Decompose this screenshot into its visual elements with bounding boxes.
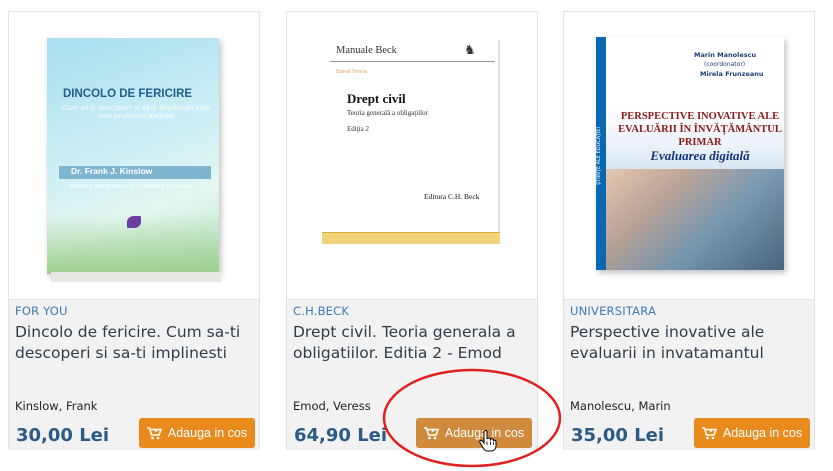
cover-tagline: Autorul programului Sistemul Kinslow <box>69 182 192 190</box>
hand-pointer-icon <box>479 430 497 452</box>
product-card[interactable]: DINCOLO DE FERICIRE Cum să-ţi descoperi … <box>8 11 260 450</box>
book-cover: Manuale Beck ♞ Emod Veress Drept civil T… <box>322 40 500 244</box>
product-info: UNIVERSITARA Perspective inovative ale e… <box>564 299 814 450</box>
cover-title: DINCOLO DE FERICIRE <box>63 88 193 100</box>
cover-role: (coordonator) <box>704 61 746 68</box>
cover-author: Mirela Frunzeanu <box>700 70 764 78</box>
product-author: Manolescu, Marin <box>570 399 671 413</box>
add-to-cart-button[interactable]: Adauga in cos <box>139 418 255 448</box>
book-pages <box>322 232 500 244</box>
cover-photo <box>606 169 784 270</box>
product-title[interactable]: Dincolo de fericire. Cum sa-ti descoperi… <box>15 322 253 364</box>
book-cover: ŞTIINŢE ALE EDUCAŢIEI Marin Manolescu (c… <box>596 37 784 270</box>
cover-divider <box>330 61 495 62</box>
product-image[interactable]: DINCOLO DE FERICIRE Cum să-ţi descoperi … <box>9 12 259 299</box>
product-publisher[interactable]: FOR YOU <box>15 304 68 318</box>
cover-spine: ŞTIINŢE ALE EDUCAŢIEI <box>596 127 602 186</box>
cover-subtitle: Cum să-ţi descoperi şi să-ţi împlineşti … <box>61 104 211 120</box>
horse-logo-icon: ♞ <box>464 43 476 58</box>
cover-publisher: Editura C.H. Beck <box>424 192 480 201</box>
add-to-cart-button[interactable]: Adauga in cos <box>694 418 810 448</box>
add-to-cart-button[interactable]: Adauga in cos <box>416 418 532 448</box>
product-price: 64,90 Lei <box>294 425 388 446</box>
cart-icon <box>146 426 162 439</box>
product-title[interactable]: Perspective inovative ale evaluarii in i… <box>570 322 808 364</box>
book-cover: DINCOLO DE FERICIRE Cum să-ţi descoperi … <box>47 38 221 282</box>
book-pages <box>51 272 221 282</box>
cover-series: Manuale Beck <box>336 45 397 56</box>
product-info: C.H.BECK Drept civil. Teoria generala a … <box>287 299 537 450</box>
cover-title: Drept civil <box>347 91 406 106</box>
product-publisher[interactable]: UNIVERSITARA <box>570 304 656 318</box>
product-title[interactable]: Drept civil. Teoria generala a obligatii… <box>293 322 531 364</box>
cover-author: Dr. Frank J. Kinslow <box>71 166 153 176</box>
product-publisher[interactable]: C.H.BECK <box>293 304 349 318</box>
add-to-cart-label: Adauga in cos <box>722 426 803 440</box>
add-to-cart-label: Adauga in cos <box>167 426 248 440</box>
product-info: FOR YOU Dincolo de fericire. Cum sa-ti d… <box>9 299 259 450</box>
cart-icon <box>423 426 439 439</box>
cart-icon <box>701 426 717 439</box>
cover-author: Marin Manolescu <box>694 51 757 59</box>
product-price: 30,00 Lei <box>16 425 110 446</box>
product-author: Emod, Veress <box>293 399 371 413</box>
product-price: 35,00 Lei <box>571 425 665 446</box>
cover-title: PERSPECTIVE INOVATIVE ALE EVALUĂRII ÎN Î… <box>618 111 782 148</box>
cover-edition: Ediţia 2 <box>347 125 369 133</box>
cover-subtitle: Teoria generală a obligaţiilor <box>347 109 428 117</box>
butterfly-logo-icon <box>127 216 141 228</box>
cover-subtitle: Evaluarea digitală <box>650 148 750 163</box>
product-author: Kinslow, Frank <box>15 399 98 413</box>
cover-author: Emod Veress <box>336 69 368 75</box>
